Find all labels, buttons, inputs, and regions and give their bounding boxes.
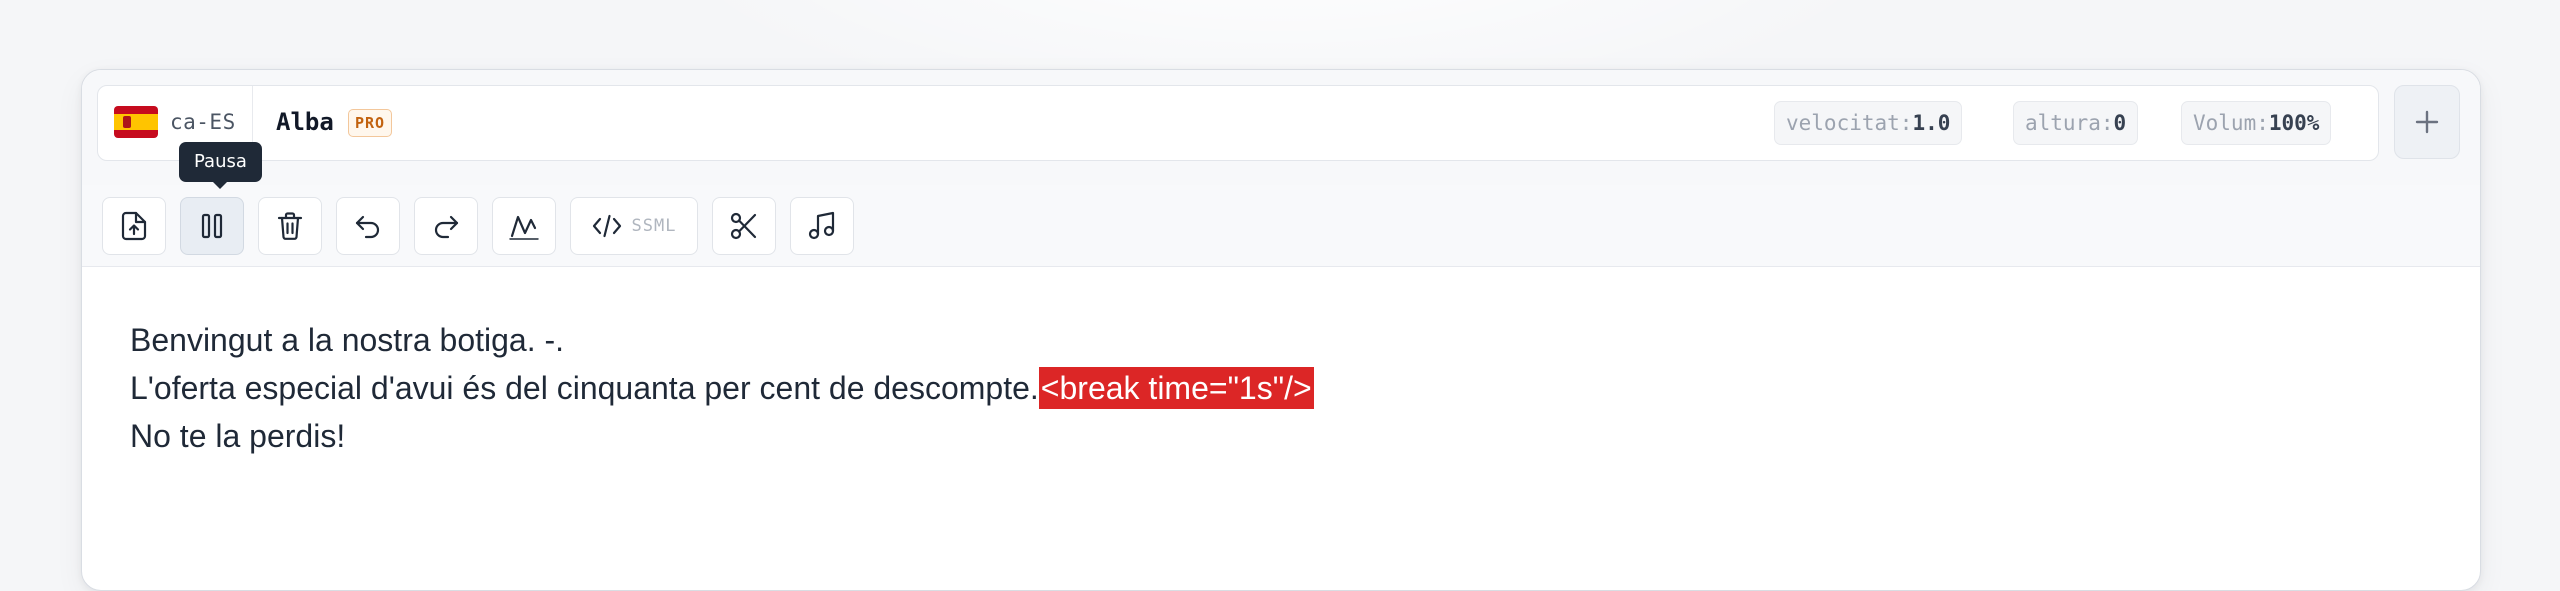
undo-button[interactable] [336, 197, 400, 255]
ssml-button[interactable]: SSML [570, 197, 698, 255]
volume-value: 100% [2268, 111, 2320, 135]
code-icon [592, 214, 621, 238]
pause-button[interactable] [180, 197, 244, 255]
music-note-icon [808, 211, 835, 240]
text-line-2-body: L'oferta especial d'avui és del cinquant… [130, 370, 1039, 406]
ssml-label: SSML [631, 216, 677, 236]
language-code: ca-ES [170, 110, 236, 134]
cut-button[interactable] [712, 197, 776, 255]
voice-settings-bar: ca-ES Alba PRO velocitat:1.0 altura:0 Vo… [97, 85, 2379, 161]
waveform-button[interactable] [492, 197, 556, 255]
redo-icon [434, 215, 459, 239]
ssml-text-content[interactable]: Benvingut a la nostra botiga. -. L'ofert… [130, 316, 1314, 460]
pitch-value: 0 [2113, 111, 2127, 135]
editor-toolbar: SSML [82, 185, 2480, 267]
redo-button[interactable] [414, 197, 478, 255]
voice-header: ca-ES Alba PRO velocitat:1.0 altura:0 Vo… [82, 70, 2480, 186]
text-line-2: L'oferta especial d'avui és del cinquant… [130, 364, 1314, 412]
trash-icon [277, 212, 303, 240]
speed-value: 1.0 [1912, 111, 1951, 135]
spain-flag-icon [114, 106, 158, 138]
flag-crest [123, 116, 131, 128]
delete-button[interactable] [258, 197, 322, 255]
speed-label: velocitat: [1786, 111, 1913, 135]
ssml-editor-panel: ca-ES Alba PRO velocitat:1.0 altura:0 Vo… [81, 69, 2481, 591]
file-upload-icon [121, 211, 147, 241]
plus-icon [2415, 110, 2439, 134]
text-line-3: No te la perdis! [130, 418, 346, 454]
scissors-icon [730, 212, 757, 240]
pause-icon [201, 213, 223, 239]
pitch-param[interactable]: altura:0 [2013, 101, 2139, 145]
text-line-1: Benvingut a la nostra botiga. -. [130, 322, 565, 358]
pro-badge: PRO [348, 109, 393, 137]
volume-label: Volum: [2193, 111, 2269, 135]
speed-param[interactable]: velocitat:1.0 [1774, 101, 1963, 145]
voice-name[interactable]: Alba [276, 108, 334, 136]
pitch-label: altura: [2025, 111, 2114, 135]
pause-tooltip: Pausa [179, 142, 262, 189]
waveform-icon [509, 215, 539, 240]
music-button[interactable] [790, 197, 854, 255]
break-tag-highlight[interactable]: <break time="1s"/> [1038, 367, 1314, 409]
add-voice-button[interactable] [2394, 85, 2460, 159]
undo-icon [355, 215, 380, 239]
upload-button[interactable] [102, 197, 166, 255]
volume-param[interactable]: Volum:100% [2181, 101, 2332, 145]
